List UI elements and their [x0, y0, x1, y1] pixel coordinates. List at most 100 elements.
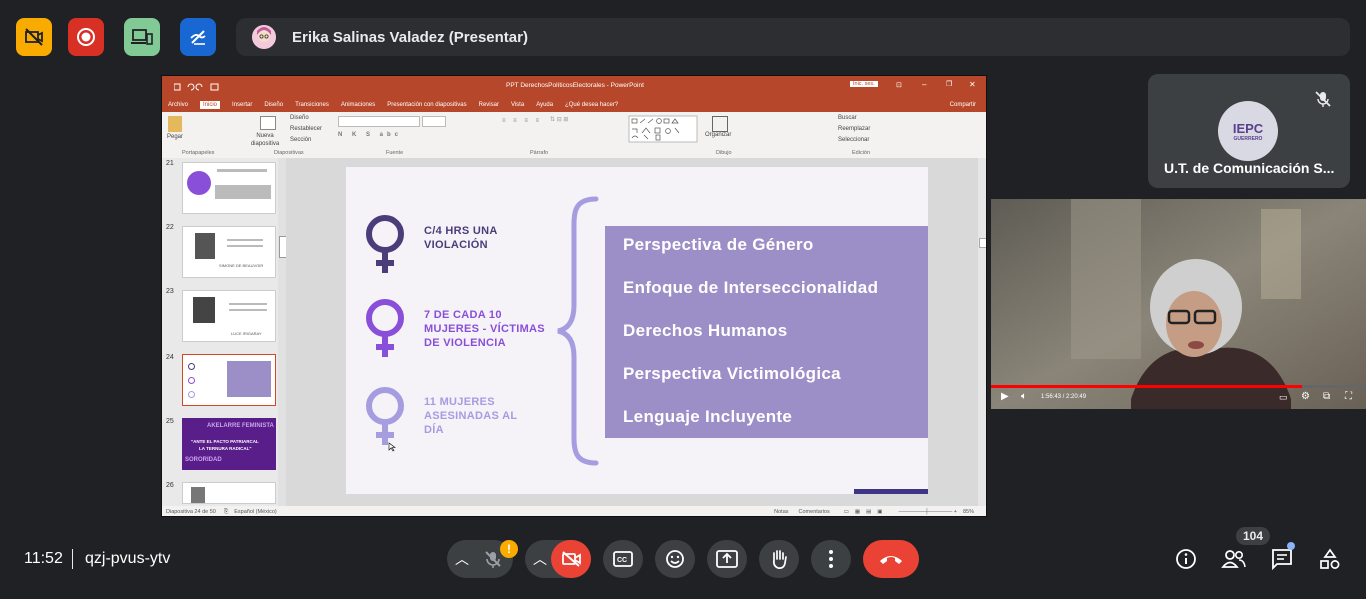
svg-text:CC: CC [617, 557, 627, 564]
zoom-slider[interactable]: –──────┼────── + [899, 509, 957, 515]
paragraph-buttons[interactable]: ≡ ≡ ≡ ≡ [502, 118, 542, 124]
tab-diseno[interactable]: Diseño [264, 102, 283, 108]
proofing-icon[interactable]: ⎘ [224, 509, 228, 516]
camera-button[interactable] [551, 540, 591, 578]
video-progress-track[interactable] [991, 385, 1366, 388]
replace-button[interactable]: Reemplazar [838, 126, 870, 132]
share-ppt-button[interactable]: Compartir [950, 102, 976, 108]
activities-button[interactable] [1316, 545, 1344, 573]
signin-button[interactable]: Inic. ses. [850, 81, 878, 87]
font-name-input[interactable] [338, 116, 420, 127]
fullscreen-icon[interactable]: ⛶ [1345, 391, 1352, 402]
text-direction-button[interactable]: ⇅ ⊟ ⊞ [550, 116, 568, 123]
stat-femicides: 11 MUJERES ASESINADAS AL DÍA [424, 396, 518, 436]
slide-thumbnail[interactable]: LUCE IRIGARAY [182, 290, 276, 342]
record-button[interactable] [68, 18, 104, 56]
tab-archivo[interactable]: Archivo [168, 102, 188, 108]
captions-button[interactable]: CC [603, 540, 643, 578]
people-icon [1221, 550, 1246, 568]
captions-icon[interactable]: ▭ [1279, 392, 1288, 403]
select-button[interactable]: Seleccionar [838, 137, 869, 143]
present-button[interactable] [707, 540, 747, 578]
font-size-input[interactable] [422, 116, 446, 127]
slide-footer-bar [854, 489, 928, 494]
reset-button[interactable]: Restablecer [290, 126, 322, 132]
tab-presentacion[interactable]: Presentación con diapositivas [387, 102, 466, 108]
tab-animaciones[interactable]: Animaciones [341, 102, 375, 108]
slide-thumbnail[interactable] [182, 162, 276, 214]
thumb-number: 25 [166, 418, 174, 425]
no-video-button[interactable] [16, 18, 52, 56]
chevron-up-icon[interactable]: ︿ [533, 549, 547, 569]
presenter-name: Erika Salinas Valadez (Presentar) [292, 28, 528, 46]
thumb-number: 22 [166, 224, 174, 231]
info-icon [1176, 549, 1196, 569]
emoji-icon [666, 550, 684, 568]
stat-rape: C/4 HRS UNA VIOLACIÓN [424, 225, 498, 251]
minimize-icon[interactable]: – [922, 80, 926, 89]
draw-button[interactable] [180, 18, 216, 56]
tab-inicio[interactable]: Inicio [200, 101, 221, 109]
record-icon [77, 28, 95, 46]
volume-icon[interactable]: 🔈︎ [1021, 391, 1027, 402]
find-button[interactable]: Buscar [838, 115, 857, 121]
slide-thumbnail[interactable] [182, 482, 276, 504]
tab-revisar[interactable]: Revisar [479, 102, 499, 108]
shapes-gallery-icon[interactable] [628, 115, 698, 143]
devices-button[interactable] [124, 18, 160, 56]
participant-tile[interactable]: IEPC GUERRERO U.T. de Comunicación S... [1148, 74, 1350, 188]
close-icon[interactable]: ✕ [969, 80, 976, 89]
font-format-buttons[interactable]: N K S abc [338, 132, 402, 138]
more-vert-icon [829, 550, 833, 568]
tab-ayuda[interactable]: Ayuda [536, 102, 553, 108]
notes-button[interactable]: Notas [774, 509, 788, 515]
zoom-level[interactable]: 85% [963, 509, 974, 515]
ribbon-display-icon[interactable]: ⊡ [896, 81, 902, 89]
stat-violence-victims: 7 DE CADA 10 MUJERES - VÍCTIMAS DE VIOLENC… [424, 309, 545, 349]
ppt-title-bar: PPT DerechosPolíticosElectorales - Power… [162, 76, 986, 98]
slide-thumbnail-selected[interactable] [182, 354, 276, 406]
play-icon[interactable]: ▶ [1001, 391, 1009, 402]
comments-button[interactable]: Comentarios [799, 509, 830, 515]
tab-insertar[interactable]: Insertar [232, 102, 252, 108]
more-options-button[interactable] [811, 540, 851, 578]
reactions-button[interactable] [655, 540, 695, 578]
ppt-tabs: Archivo Inicio Insertar Diseño Transicio… [162, 98, 986, 112]
group-label-drawing: Dibujo [716, 150, 732, 156]
video-frame [991, 199, 1366, 409]
restore-icon[interactable]: ❐ [946, 80, 952, 88]
thumb-scrollbar[interactable] [278, 158, 287, 506]
mic-warning-badge: ! [500, 540, 518, 558]
view-buttons[interactable]: ▭▦▤▣ [844, 509, 889, 515]
canvas-scrollbar[interactable] [978, 158, 986, 506]
language-status[interactable]: Español (México) [234, 509, 277, 515]
layout-button[interactable]: Diseño [290, 115, 309, 121]
tab-transiciones[interactable]: Transiciones [295, 102, 329, 108]
tab-vista[interactable]: Vista [511, 102, 524, 108]
current-slide: C/4 HRS UNA VIOLACIÓN 7 DE CADA 10 MUJERES… [346, 167, 928, 494]
new-slide-button[interactable]: Nueva diapositiva [250, 132, 280, 148]
concept-gender-perspective: Perspectiva de Género [623, 235, 814, 254]
thumb-number: 26 [166, 482, 174, 489]
miniplayer-icon[interactable]: ⧉ [1323, 391, 1330, 402]
slide-thumbnail-pane: 21 22 SIMONE DE BEAUVOIR 23 LUCE IRIGARA… [162, 158, 287, 506]
tell-me-search[interactable]: ¿Qué desea hacer? [565, 102, 618, 108]
section-button[interactable]: Sección [290, 137, 311, 143]
slide-thumbnail[interactable]: SIMONE DE BEAUVOIR [182, 226, 276, 278]
presenter-bar: Erika Salinas Valadez (Presentar) [236, 18, 1350, 56]
paste-button[interactable]: Pegar [167, 134, 183, 140]
meeting-details-button[interactable] [1172, 545, 1200, 573]
speaker-video[interactable]: ▶ 🔈︎ 1:56:43 / 2:20:49 ▭ ⚙ ⧉ ⛶ [991, 199, 1366, 409]
concept-inclusive-language: Lenguaje Incluyente [623, 407, 793, 426]
ppt-window-title: PPT DerechosPolíticosElectorales - Power… [506, 82, 644, 89]
slide-thumbnail[interactable]: AKELARRE FEMINISTA "ANTE EL PACTO PATRIA… [182, 418, 276, 470]
shared-screen: PPT DerechosPolíticosElectorales - Power… [161, 75, 987, 517]
raise-hand-button[interactable] [759, 540, 799, 578]
people-button[interactable] [1220, 545, 1248, 573]
chevron-up-icon[interactable]: ︿ [455, 549, 469, 569]
settings-icon[interactable]: ⚙ [1301, 391, 1310, 402]
iepc-logo: IEPC GUERRERO [1218, 101, 1278, 161]
group-label-editing: Edición [852, 150, 871, 156]
organize-button[interactable]: Organizar [705, 132, 731, 138]
leave-call-button[interactable] [863, 540, 919, 578]
